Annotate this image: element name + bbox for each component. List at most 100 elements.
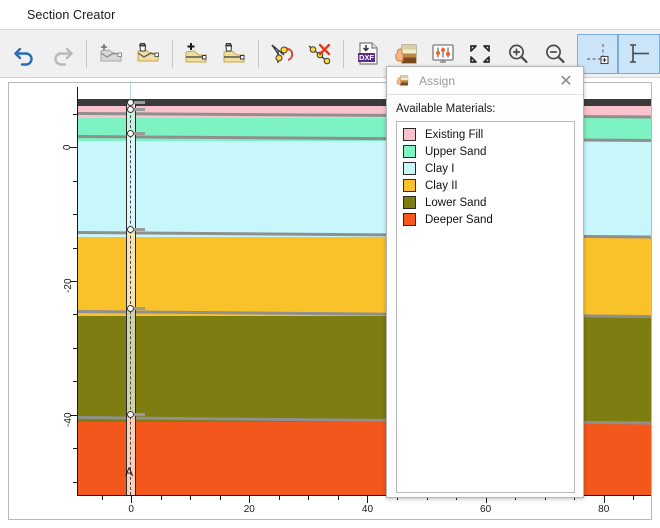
x-axis-minor-tick [102, 495, 103, 500]
x-axis-major-tick [249, 495, 250, 503]
material-color-swatch [403, 179, 416, 192]
available-materials-list[interactable]: Existing Fill Upper Sand Clay I Clay II Lowe… [396, 121, 575, 493]
toolbar-separator [86, 40, 87, 68]
material-list-item[interactable]: Upper Sand [399, 143, 572, 160]
measure-icon [625, 41, 653, 67]
borehole-node-tick [134, 413, 145, 416]
material-label: Upper Sand [425, 146, 486, 158]
svg-text:DXF: DXF [359, 53, 374, 62]
y-axis-minor-tick [73, 381, 78, 382]
toolbar-separator [343, 40, 344, 68]
assign-dialog-title: Assign [419, 74, 555, 88]
x-axis-minor-tick [633, 495, 634, 500]
x-axis-tick-label: 40 [362, 504, 373, 515]
material-label: Deeper Sand [425, 214, 493, 226]
x-axis-major-tick [131, 495, 132, 503]
x-axis-minor-tick [279, 495, 280, 500]
delete-layer-icon [220, 41, 248, 67]
borehole-layer-segment[interactable] [127, 230, 135, 309]
page-title: Section Creator [27, 8, 115, 22]
undo-button[interactable] [6, 34, 43, 74]
y-axis-minor-tick [73, 214, 78, 215]
assign-material-icon [395, 73, 410, 88]
add-point-icon [584, 41, 612, 67]
material-color-swatch [403, 162, 416, 175]
borehole-node-tick [134, 132, 145, 135]
material-list-item[interactable]: Lower Sand [399, 194, 572, 211]
x-axis-minor-tick [338, 495, 339, 500]
assign-dialog-body: Available Materials: Existing Fill Upper … [387, 95, 583, 501]
material-label: Lower Sand [425, 197, 486, 209]
y-axis-minor-tick [73, 181, 78, 182]
assign-dialog-title-bar: Assign ✕ [387, 67, 583, 95]
delete-layer-button[interactable] [215, 34, 252, 74]
borehole-layer-segment[interactable] [127, 309, 135, 415]
borehole-node-handle[interactable] [127, 130, 134, 137]
borehole-label: Borehole 2 [74, 82, 127, 83]
delete-points-icon [306, 41, 334, 67]
borehole-layer-segment[interactable] [127, 415, 135, 495]
borehole-node-handle[interactable] [127, 411, 134, 418]
x-axis-tick-label: 0 [128, 504, 134, 515]
y-axis-minor-tick [73, 314, 78, 315]
material-label: Clay I [425, 163, 454, 175]
add-layer-button[interactable] [178, 34, 215, 74]
y-axis-minor-tick [73, 348, 78, 349]
x-axis-major-tick [367, 495, 368, 503]
y-axis-minor-tick [73, 448, 78, 449]
x-axis-minor-tick [220, 495, 221, 500]
material-list-item[interactable]: Clay II [399, 177, 572, 194]
y-axis-minor-tick [73, 114, 78, 115]
edit-points-icon [268, 41, 296, 67]
available-materials-label: Available Materials: [396, 103, 575, 115]
redo-button[interactable] [43, 34, 80, 74]
y-axis-minor-tick [73, 248, 78, 249]
export-dxf-button[interactable]: DXF [349, 34, 386, 74]
borehole-layer-segment[interactable] [127, 134, 135, 230]
assign-dialog[interactable]: Assign ✕ Available Materials: Existing F… [386, 66, 584, 498]
add-surface-icon [97, 41, 125, 67]
borehole-node-tick [134, 101, 145, 104]
dxf-export-icon: DXF [354, 41, 382, 67]
display-settings-icon [429, 41, 457, 67]
material-label: Existing Fill [425, 129, 483, 141]
borehole-column[interactable]: A Borehole 2 A [126, 87, 136, 495]
borehole-axis-dashed-line [130, 100, 131, 495]
delete-points-button[interactable] [301, 34, 338, 74]
borehole-edge-left [126, 100, 127, 495]
y-axis-tick-label: -20 [63, 278, 74, 292]
borehole-node-handle[interactable] [127, 106, 134, 113]
borehole-edge-right [135, 100, 136, 495]
undo-icon [12, 41, 38, 67]
y-axis-tick-label: 0 [63, 145, 74, 151]
measure-button[interactable] [618, 34, 659, 74]
material-list-item[interactable]: Clay I [399, 160, 572, 177]
y-axis-tick-label: -40 [63, 412, 74, 426]
material-list-item[interactable]: Existing Fill [399, 126, 572, 143]
section-label-a-bottom: A [125, 465, 133, 479]
x-axis-tick-label: 60 [480, 504, 491, 515]
x-axis-tick-label: 80 [598, 504, 609, 515]
window-title-bar: Section Creator [0, 0, 660, 30]
x-axis-minor-tick [161, 495, 162, 500]
delete-surface-icon [134, 41, 162, 67]
y-axis-minor-tick [73, 482, 78, 483]
borehole-node-tick [134, 307, 145, 310]
toolbar-separator [258, 40, 259, 68]
add-surface-button[interactable] [92, 34, 129, 74]
material-list-item[interactable]: Deeper Sand [399, 211, 572, 228]
x-axis-major-tick [604, 495, 605, 503]
x-axis-minor-tick [190, 495, 191, 500]
material-color-swatch [403, 128, 416, 141]
delete-surface-button[interactable] [129, 34, 166, 74]
borehole-node-tick [134, 228, 145, 231]
material-label: Clay II [425, 180, 458, 192]
x-axis-minor-tick [308, 495, 309, 500]
section-creator-window: Section Creator [0, 0, 660, 528]
edit-points-button[interactable] [264, 34, 301, 74]
add-layer-icon [182, 41, 210, 67]
zoom-extents-icon [466, 41, 494, 67]
close-icon[interactable]: ✕ [555, 70, 577, 92]
x-axis-tick-label: 20 [244, 504, 255, 515]
borehole-node-tick [134, 108, 145, 111]
